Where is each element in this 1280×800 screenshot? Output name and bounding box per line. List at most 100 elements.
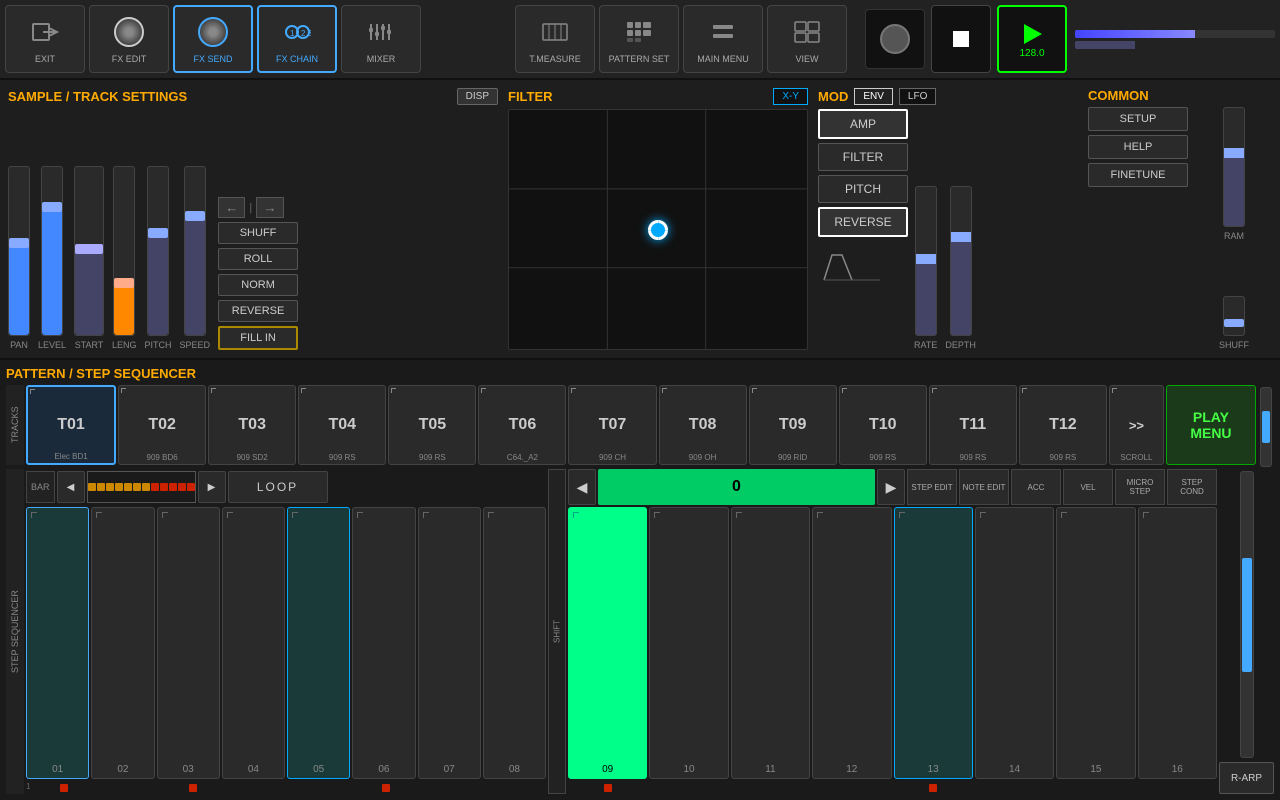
- step-15-button[interactable]: 15: [1056, 507, 1135, 779]
- fx-edit-button[interactable]: FX EDIT: [89, 5, 169, 73]
- t-measure-button[interactable]: T.MEASURE: [515, 5, 595, 73]
- step-prev-button[interactable]: ◀: [568, 469, 596, 505]
- step-12-button[interactable]: 12: [812, 507, 891, 779]
- step-seq-controls: BAR ◀: [26, 469, 546, 794]
- shuff-button[interactable]: SHUFF: [218, 222, 298, 244]
- fx-send-button[interactable]: FX SEND: [173, 5, 253, 73]
- step-04-button[interactable]: 04: [222, 507, 285, 779]
- pitch-fader-track[interactable]: [147, 166, 169, 336]
- track-t12-button[interactable]: T12 909 RS: [1019, 385, 1107, 465]
- step-cond-button[interactable]: STEP COND: [1167, 469, 1217, 505]
- lfo-button[interactable]: LFO: [899, 88, 936, 105]
- fx-chain-button[interactable]: 1 2 3 FX CHAIN: [257, 5, 337, 73]
- shuff-fader-thumb: [1224, 319, 1244, 327]
- step-13-button[interactable]: 13: [894, 507, 973, 779]
- step-06-button[interactable]: 06: [352, 507, 415, 779]
- step-16-button[interactable]: 16: [1138, 507, 1217, 779]
- mixer-button[interactable]: MIXER: [341, 5, 421, 73]
- help-button[interactable]: HELP: [1088, 135, 1188, 159]
- speed-fader-track[interactable]: [184, 166, 206, 336]
- roll-button[interactable]: ROLL: [218, 248, 298, 270]
- acc-button[interactable]: ACC: [1011, 469, 1061, 505]
- filter-button[interactable]: FILTER: [818, 143, 908, 171]
- step-11-button[interactable]: 11: [731, 507, 810, 779]
- finetune-button[interactable]: FINETUNE: [1088, 163, 1188, 187]
- disp-button[interactable]: DISP: [457, 88, 498, 105]
- loop-button[interactable]: LOOP: [228, 471, 328, 503]
- step-edit-button[interactable]: STEP EDIT: [907, 469, 957, 505]
- norm-button[interactable]: NORM: [218, 274, 298, 296]
- filter-section: FILTER X-Y: [508, 88, 808, 350]
- track-t02-button[interactable]: T02 909 BD6: [118, 385, 206, 465]
- step-09-button[interactable]: 09: [568, 507, 647, 779]
- bar-next-button[interactable]: ▶: [198, 471, 226, 503]
- shift-button[interactable]: SHIFT: [548, 469, 566, 794]
- pan-label: PAN: [10, 340, 28, 350]
- stop-button[interactable]: [931, 5, 991, 73]
- speed-label: SPEED: [180, 340, 211, 350]
- step-03-button[interactable]: 03: [157, 507, 220, 779]
- r-arp-button[interactable]: R-ARP: [1219, 762, 1274, 794]
- track-scroll-button[interactable]: >> SCROLL: [1109, 385, 1164, 465]
- track-t10-button[interactable]: T10 909 RS: [839, 385, 927, 465]
- transport-area: 128.0: [865, 5, 1067, 73]
- track-t09-button[interactable]: T09 909 RID: [749, 385, 837, 465]
- play-button[interactable]: 128.0: [997, 5, 1067, 73]
- leng-fader-track[interactable]: [113, 166, 135, 336]
- step-14-button[interactable]: 14: [975, 507, 1054, 779]
- bar-prev-button[interactable]: ◀: [57, 471, 85, 503]
- step-14-num: 14: [1009, 764, 1020, 775]
- depth-fader-track[interactable]: [950, 186, 972, 336]
- step-scrollbar[interactable]: [1240, 471, 1254, 758]
- level-fader-track[interactable]: [41, 166, 63, 336]
- setup-button[interactable]: SETUP: [1088, 107, 1188, 131]
- track-t02-num: T02: [148, 416, 176, 434]
- vel-button[interactable]: VEL: [1063, 469, 1113, 505]
- track-t07-button[interactable]: T07 909 CH: [568, 385, 656, 465]
- shuff-fader-track[interactable]: [1223, 296, 1245, 336]
- track-t08-button[interactable]: T08 909 OH: [659, 385, 747, 465]
- mixer-label: MIXER: [367, 54, 396, 64]
- reverse-mod-button[interactable]: REVERSE: [818, 207, 908, 237]
- pitch-button[interactable]: PITCH: [818, 175, 908, 203]
- fill-in-button[interactable]: FILL IN: [218, 326, 298, 350]
- seq-header: PATTERN / STEP SEQUENCER: [6, 366, 1274, 381]
- pattern-set-button[interactable]: PATTERN SET: [599, 5, 679, 73]
- step-next-button[interactable]: ▶: [877, 469, 905, 505]
- exit-button[interactable]: EXIT: [5, 5, 85, 73]
- track-t05-button[interactable]: T05 909 RS: [388, 385, 476, 465]
- rate-fader-track[interactable]: [915, 186, 937, 336]
- step-10-button[interactable]: 10: [649, 507, 728, 779]
- view-button[interactable]: VIEW: [767, 5, 847, 73]
- reverse-button[interactable]: REVERSE: [218, 300, 298, 322]
- step-08-button[interactable]: 08: [483, 507, 546, 779]
- nav-right-button[interactable]: →: [256, 197, 283, 218]
- start-fader-track[interactable]: [74, 166, 104, 336]
- track-t11-button[interactable]: T11 909 RS: [929, 385, 1017, 465]
- filter-pad[interactable]: [508, 109, 808, 350]
- step-07-button[interactable]: 07: [418, 507, 481, 779]
- track-t03-button[interactable]: T03 909 SD2: [208, 385, 296, 465]
- main-menu-button[interactable]: MAIN MENU: [683, 5, 763, 73]
- env-button[interactable]: ENV: [854, 88, 893, 105]
- common-fader-main: RAM: [1223, 107, 1245, 292]
- play-menu-button[interactable]: PLAYMENU: [1166, 385, 1256, 465]
- amp-button[interactable]: AMP: [818, 109, 908, 139]
- mini-red-6: [382, 784, 390, 792]
- track-t04-button[interactable]: T04 909 RS: [298, 385, 386, 465]
- micro-step-button[interactable]: MICRO STEP: [1115, 469, 1165, 505]
- main-menu-label: MAIN MENU: [697, 54, 749, 64]
- step-02-button[interactable]: 02: [91, 507, 154, 779]
- track-t06-button[interactable]: T06 C64._A2: [478, 385, 566, 465]
- common-fader-track[interactable]: [1223, 107, 1245, 227]
- track-t01-button[interactable]: T01 Elec BD1: [26, 385, 116, 465]
- nav-left-button[interactable]: ←: [218, 197, 245, 218]
- xy-button[interactable]: X-Y: [773, 88, 808, 105]
- note-edit-button[interactable]: NOTE EDIT: [959, 469, 1009, 505]
- track-scrollbar[interactable]: [1260, 387, 1272, 467]
- step-01-button[interactable]: 01: [26, 507, 89, 779]
- mini-red-9: [604, 784, 612, 792]
- step-05-button[interactable]: 05: [287, 507, 350, 779]
- step-13-num: 13: [928, 764, 939, 775]
- pan-fader-track[interactable]: [8, 166, 30, 336]
